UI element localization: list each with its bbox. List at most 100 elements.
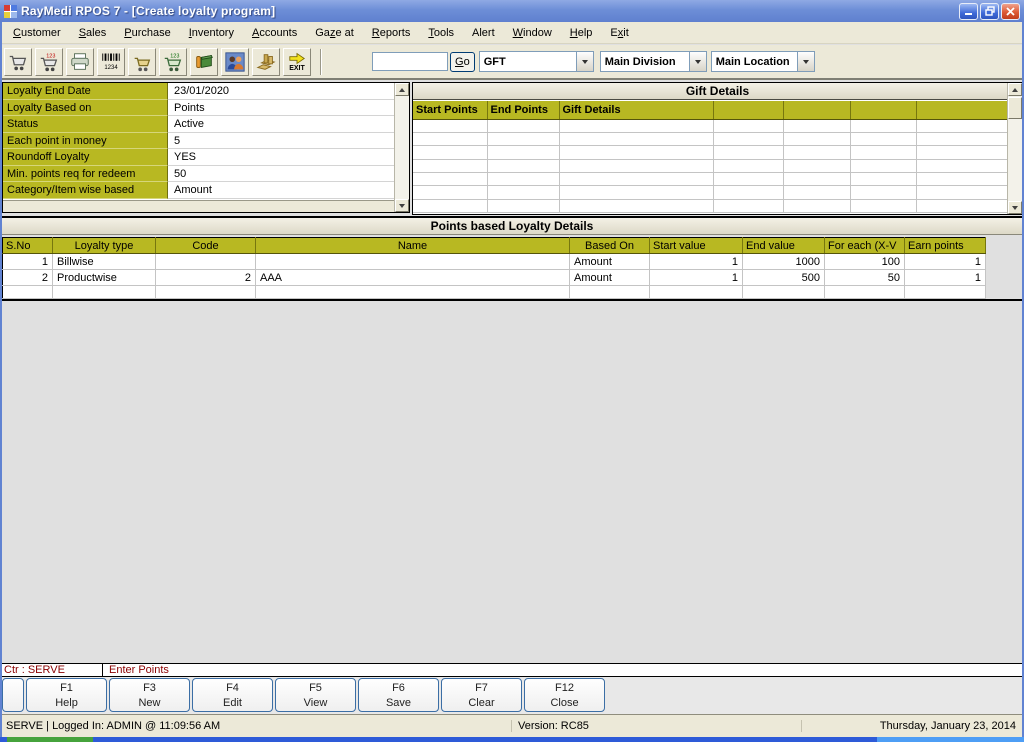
menu-item-exit[interactable]: Exit: [601, 24, 637, 42]
menu-item-purchase[interactable]: Purchase: [115, 24, 179, 42]
menu-item-alert[interactable]: Alert: [463, 24, 504, 42]
fkey-view-button[interactable]: F5View: [275, 678, 356, 712]
product-combo[interactable]: GFT: [479, 51, 594, 72]
column-header[interactable]: [850, 101, 916, 119]
column-header[interactable]: [916, 101, 1007, 119]
form-value[interactable]: 5: [168, 133, 394, 150]
gift-vertical-scrollbar[interactable]: [1007, 83, 1022, 214]
chevron-down-icon[interactable]: [576, 52, 593, 71]
form-value[interactable]: YES: [168, 149, 394, 166]
menu-item-accounts[interactable]: Accounts: [243, 24, 306, 42]
form-value[interactable]: Amount: [168, 182, 394, 199]
restore-button[interactable]: [980, 3, 999, 20]
menu-item-sales[interactable]: Sales: [70, 24, 116, 42]
menu-item-window[interactable]: Window: [504, 24, 561, 42]
scroll-up-icon[interactable]: [1008, 83, 1022, 96]
column-header[interactable]: End Points: [487, 101, 559, 119]
form-value[interactable]: Active: [168, 116, 394, 133]
column-header[interactable]: Name: [256, 238, 570, 254]
fkey-clear-button[interactable]: F7Clear: [441, 678, 522, 712]
form-vertical-scrollbar[interactable]: [394, 83, 409, 212]
cart-123-icon: 123: [38, 51, 60, 73]
horizontal-scrollbar[interactable]: [3, 200, 394, 212]
column-header[interactable]: Based On: [570, 238, 650, 254]
form-value[interactable]: Points: [168, 100, 394, 117]
fkey-new-button[interactable]: F3New: [109, 678, 190, 712]
column-header[interactable]: For each (X-V: [825, 238, 905, 254]
form-value[interactable]: 23/01/2020: [168, 83, 394, 100]
sales-cart-button[interactable]: [4, 48, 32, 76]
table-row[interactable]: 2Productwise2AAAAmount1500501: [3, 270, 986, 286]
fkey-help-button[interactable]: F1Help: [26, 678, 107, 712]
column-header[interactable]: [783, 101, 850, 119]
fkey-save-button[interactable]: F6Save: [358, 678, 439, 712]
table-row[interactable]: [413, 199, 1007, 212]
table-cell: 50: [825, 270, 905, 286]
menu-item-customer[interactable]: Customer: [4, 24, 70, 42]
chevron-down-icon[interactable]: [797, 52, 814, 71]
form-row[interactable]: Category/Item wise based Amount: [3, 182, 394, 199]
menu-item-help[interactable]: Help: [561, 24, 602, 42]
form-row[interactable]: Roundoff Loyalty YES: [3, 149, 394, 166]
form-row[interactable]: Each point in money 5: [3, 133, 394, 150]
column-header[interactable]: [713, 101, 783, 119]
chevron-down-icon[interactable]: [689, 52, 706, 71]
location-combo[interactable]: Main Location: [711, 51, 815, 72]
table-row[interactable]: [413, 132, 1007, 145]
os-taskbar[interactable]: [0, 737, 1024, 742]
table-cell: 1: [650, 270, 743, 286]
table-cell: [916, 199, 1007, 212]
scroll-down-icon[interactable]: [1008, 201, 1022, 214]
billing-cart-button[interactable]: 123: [35, 48, 63, 76]
start-button[interactable]: [7, 737, 93, 742]
go-button[interactable]: Go: [450, 52, 475, 72]
search-input[interactable]: [372, 52, 448, 71]
customers-button[interactable]: [221, 48, 249, 76]
column-header[interactable]: Start Points: [413, 101, 487, 119]
menu-item-inventory[interactable]: Inventory: [180, 24, 243, 42]
scroll-up-icon[interactable]: [395, 83, 409, 96]
table-row[interactable]: [413, 159, 1007, 172]
menu-item-gaze-at[interactable]: Gaze at: [306, 24, 363, 42]
division-combo[interactable]: Main Division: [600, 51, 707, 72]
menu-item-reports[interactable]: Reports: [363, 24, 420, 42]
column-header[interactable]: Earn points: [905, 238, 986, 254]
column-header[interactable]: Start value: [650, 238, 743, 254]
fkey-close-button[interactable]: F12Close: [524, 678, 605, 712]
system-tray[interactable]: [877, 737, 1024, 742]
fkey-blank-button[interactable]: [2, 678, 24, 712]
form-row[interactable]: Loyalty End Date 23/01/2020: [3, 83, 394, 100]
form-value[interactable]: 50: [168, 166, 394, 183]
close-button[interactable]: [1001, 3, 1020, 20]
payments-button[interactable]: [252, 48, 280, 76]
menu-item-tools[interactable]: Tools: [419, 24, 463, 42]
purchase-cart-button[interactable]: [128, 48, 156, 76]
table-row[interactable]: [413, 173, 1007, 186]
minimize-button[interactable]: [959, 3, 978, 20]
column-header[interactable]: Gift Details: [559, 101, 713, 119]
scroll-down-icon[interactable]: [395, 199, 409, 212]
table-row[interactable]: [413, 146, 1007, 159]
gift-details-table: Start PointsEnd PointsGift Details: [413, 101, 1008, 213]
form-row[interactable]: Min. points req for redeem 50: [3, 166, 394, 183]
table-row[interactable]: [413, 186, 1007, 199]
column-header[interactable]: End value: [743, 238, 825, 254]
print-button[interactable]: [66, 48, 94, 76]
scroll-thumb[interactable]: [1008, 97, 1022, 119]
form-row[interactable]: Status Active: [3, 116, 394, 133]
table-cell: Amount: [570, 254, 650, 270]
table-row[interactable]: 1BillwiseAmount110001001: [3, 254, 986, 270]
form-row[interactable]: Loyalty Based on Points: [3, 100, 394, 117]
exit-button[interactable]: EXIT: [283, 48, 311, 76]
column-header[interactable]: S.No: [3, 238, 53, 254]
fkey-edit-button[interactable]: F4Edit: [192, 678, 273, 712]
table-cell: [559, 159, 713, 172]
table-row[interactable]: [3, 286, 986, 299]
purchase-order-cart-button[interactable]: 123: [159, 48, 187, 76]
barcode-button[interactable]: 1234: [97, 48, 125, 76]
table-row[interactable]: [413, 119, 1007, 132]
column-header[interactable]: Loyalty type: [53, 238, 156, 254]
accounts-ledger-button[interactable]: [190, 48, 218, 76]
table-cell: Amount: [570, 270, 650, 286]
column-header[interactable]: Code: [156, 238, 256, 254]
